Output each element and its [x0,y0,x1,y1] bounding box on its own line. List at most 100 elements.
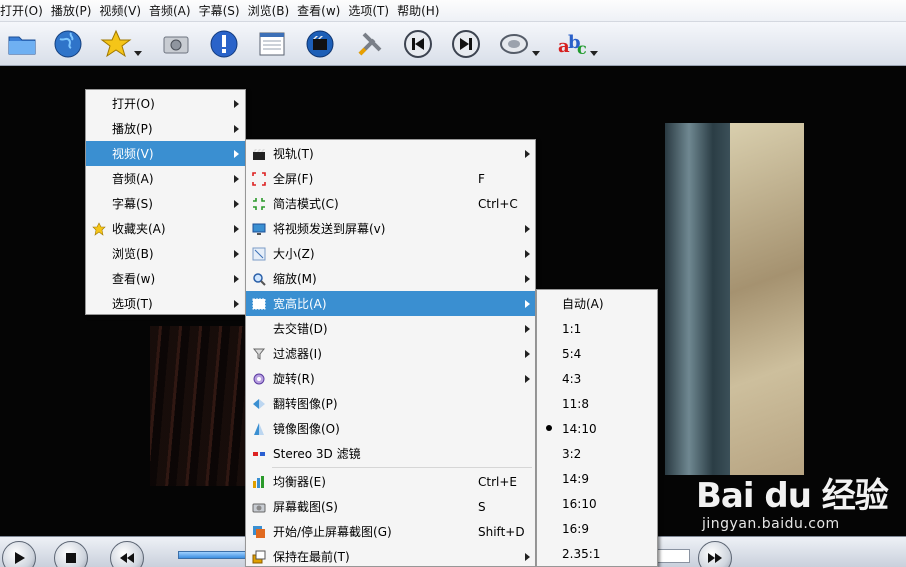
folder-icon[interactable] [4,26,40,62]
menu-item[interactable]: 字幕(S) [86,191,245,216]
submenu-arrow-icon [525,249,530,258]
stop-button[interactable] [54,541,88,567]
menu-item[interactable]: 视频(V) [86,141,245,166]
menu-item[interactable]: 旋转(R) [246,366,535,391]
aspect-ratio-option[interactable]: 16:9 [537,516,657,541]
menubar-item[interactable]: 视频(V) [99,0,149,22]
menu-item[interactable]: 翻转图像(P) [246,391,535,416]
menu-item[interactable]: 将视频发送到屏幕(v) [246,216,535,241]
menu-item[interactable]: 去交错(D) [246,316,535,341]
aspect-ratio-option[interactable]: 3:2 [537,441,657,466]
menu-item-label: 收藏夹(A) [112,222,166,236]
multi-screenshot-icon [251,524,267,540]
menu-item[interactable]: 全屏(F) F [246,166,535,191]
submenu-arrow-icon [234,149,239,158]
menu-item[interactable]: 镜像图像(O) [246,416,535,441]
menu-item-label: 视轨(T) [273,147,314,161]
menu-separator [272,467,532,468]
menu-item[interactable]: 浏览(B) [86,241,245,266]
camera-screenshot-icon[interactable] [158,26,194,62]
menu-item[interactable]: 音频(A) [86,166,245,191]
screenshot-icon [251,499,267,515]
video-submenu: 视轨(T) 全屏(F) F 简洁模式(C) Ctrl+C 将视频发送到屏幕(v) 大小(Z)… [245,139,536,567]
aspect-ratio-option[interactable]: 14:10 [537,416,657,441]
menu-item[interactable]: 缩放(M) [246,266,535,291]
menu-item-label: 将视频发送到屏幕(v) [273,222,386,236]
tools-icon[interactable] [352,26,388,62]
menu-item-label: 音频(A) [112,172,154,186]
aspect-ratio-option[interactable]: 4:3 [537,366,657,391]
menu-item[interactable]: 选项(T) [86,291,245,316]
chevron-down-icon[interactable] [590,51,598,56]
subtitle-abc-icon[interactable]: abc [554,26,598,62]
seek-bar[interactable] [178,551,248,559]
stereo-3d-icon [251,446,267,462]
menu-item-label: 缩放(M) [273,272,317,286]
aspect-ratio-option[interactable]: 5:4 [537,341,657,366]
menu-item[interactable]: 开始/停止屏幕截图(G) Shift+D [246,519,535,544]
submenu-arrow-icon [234,274,239,283]
menu-item-label: 视频(V) [112,147,154,161]
menu-item[interactable]: 均衡器(E) Ctrl+E [246,469,535,494]
menu-item[interactable]: 宽高比(A) [246,291,535,316]
filter-icon [251,346,267,362]
aspect-ratio-icon [251,296,267,312]
menu-item[interactable]: 查看(w) [86,266,245,291]
info-icon[interactable] [206,26,242,62]
menu-item[interactable]: Stereo 3D 滤镜 [246,441,535,466]
submenu-arrow-icon [525,552,530,561]
audio-icon[interactable] [496,26,540,62]
menu-item-label: Stereo 3D 滤镜 [273,447,361,461]
menu-item-label: 全屏(F) [273,172,314,186]
menu-item-label: 均衡器(E) [273,475,326,489]
aspect-ratio-option[interactable]: 1:1 [537,316,657,341]
aspect-ratio-option[interactable]: 自动(A) [537,291,657,316]
rewind-icon [120,553,134,563]
video-frame [730,123,804,475]
menu-item-label: 过滤器(I) [273,347,322,361]
play-button[interactable] [2,541,36,567]
menu-item-label: 简洁模式(C) [273,197,339,211]
chevron-down-icon[interactable] [134,51,142,56]
menu-item[interactable]: 收藏夹(A) [86,216,245,241]
aspect-ratio-option[interactable]: 11:8 [537,391,657,416]
rewind-button[interactable] [110,541,144,567]
aspect-ratio-option[interactable]: 14:9 [537,466,657,491]
play-icon [15,552,25,564]
menu-item[interactable]: 过滤器(I) [246,341,535,366]
menu-item[interactable]: 视轨(T) [246,141,535,166]
aspect-ratio-option[interactable]: 16:10 [537,491,657,516]
menu-item-label: 字幕(S) [112,197,153,211]
aspect-ratio-submenu: 自动(A) 1:1 5:4 4:3 11:8 14:10 3:2 14:9 16:10 16:9 2… [536,289,658,567]
menubar-item[interactable]: 浏览(B) [248,0,298,22]
submenu-arrow-icon [234,299,239,308]
watermark-logo: Bai du 经验 [696,476,889,516]
chevron-down-icon[interactable] [532,51,540,56]
menubar-item[interactable]: 帮助(H) [397,0,447,22]
forward-button[interactable] [698,541,732,567]
favorites-star-icon[interactable] [98,26,142,62]
flip-icon [251,396,267,412]
menu-item[interactable]: 大小(Z) [246,241,535,266]
playlist-icon[interactable] [254,26,290,62]
menubar-item[interactable]: 播放(P) [51,0,100,22]
menu-item-label: 宽高比(A) [273,297,327,311]
aspect-ratio-option[interactable]: 2.35:1 [537,541,657,566]
menubar-item[interactable]: 打开(O) [0,0,51,22]
previous-icon[interactable] [400,26,436,62]
menubar-item[interactable]: 选项(T) [348,0,397,22]
menu-item-label: 1:1 [562,321,582,336]
time-field[interactable] [656,549,690,563]
menu-item[interactable]: 简洁模式(C) Ctrl+C [246,191,535,216]
menu-item[interactable]: 屏幕截图(S) S [246,494,535,519]
menubar-item[interactable]: 字幕(S) [199,0,248,22]
menu-item[interactable]: 打开(O) [86,91,245,116]
menubar-item[interactable]: 查看(w) [297,0,348,22]
menu-item[interactable]: 播放(P) [86,116,245,141]
menu-item[interactable]: 保持在最前(T) [246,544,535,567]
submenu-arrow-icon [525,149,530,158]
globe-icon[interactable] [50,26,86,62]
video-settings-icon[interactable] [302,26,338,62]
menubar-item[interactable]: 音频(A) [149,0,199,22]
next-icon[interactable] [448,26,484,62]
